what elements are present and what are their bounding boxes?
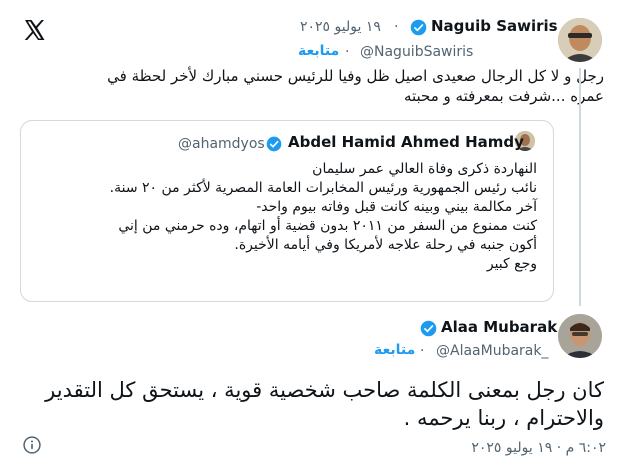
x-logo-icon[interactable] (22, 18, 46, 42)
main-author-name[interactable]: Alaa Mubarak (441, 318, 557, 336)
verified-badge-icon (266, 136, 282, 152)
parent-tweet-text: رجل و لا كل الرجال صعيدى اصيل ظل وفيا لل… (30, 66, 604, 106)
main-text-line-2: والاحترام ، ربنا يرحمه . (403, 406, 604, 430)
avatar-image (558, 18, 602, 62)
quoted-line: آخر مكالمة بيني وبينه كانت قبل وفاته بيو… (256, 199, 537, 215)
avatar-image (558, 314, 602, 358)
quoted-line: كنت ممنوع من السفر من ٢٠١١ بدون قضية أو … (118, 218, 537, 234)
verified-badge-icon (420, 320, 437, 337)
parent-text-line-1: رجل و لا كل الرجال صعيدى اصيل ظل وفيا لل… (107, 67, 604, 85)
parent-date[interactable]: ١٩ يوليو ٢٠٢٥ (300, 19, 381, 35)
parent-follow-button[interactable]: متابعة (298, 43, 339, 59)
parent-handle[interactable]: @NaguibSawiris (360, 44, 473, 60)
quoted-line: النهاردة ذكرى وفاة العالي عمر سليمان (312, 161, 537, 177)
main-dot: · (420, 343, 425, 359)
naguib-avatar[interactable] (558, 18, 602, 62)
main-timestamp[interactable]: ٦:٠٢ م · ١٩ يوليو ٢٠٢٥ (440, 440, 606, 456)
quoted-line: أكون جنبه في رحلة علاجه لأمريكا وفي أيام… (234, 237, 537, 253)
quoted-line: نائب رئيس الجمهورية ورئيس المخابرات العا… (109, 180, 537, 196)
thread-connector (579, 68, 581, 306)
quoted-tweet-text: النهاردة ذكرى وفاة العالي عمر سليمان نائ… (40, 160, 537, 274)
main-tweet-text: كان رجل بمعنى الكلمة صاحب شخصية قوية ، ي… (20, 376, 604, 432)
verified-badge-icon (410, 19, 427, 36)
quoted-line: وجع كبير (486, 256, 537, 272)
parent-author-name[interactable]: Naguib Sawiris (431, 17, 558, 35)
parent-dot: · (394, 19, 399, 35)
main-text-line-1: كان رجل بمعنى الكلمة صاحب شخصية قوية ، ي… (45, 378, 604, 402)
quoted-handle: @ahamdyos (178, 136, 265, 152)
parent-text-line-2: عمره ...شرفت بمعرفته و محبته (403, 87, 604, 105)
main-handle[interactable]: @AlaaMubarak_ (436, 343, 549, 359)
parent-dot-2: · (345, 44, 350, 60)
main-follow-button[interactable]: متابعة (374, 342, 415, 358)
alaa-avatar[interactable] (558, 314, 602, 358)
quoted-author-name: Abdel Hamid Ahmed Hamdy (288, 133, 524, 151)
info-icon[interactable] (22, 435, 42, 455)
